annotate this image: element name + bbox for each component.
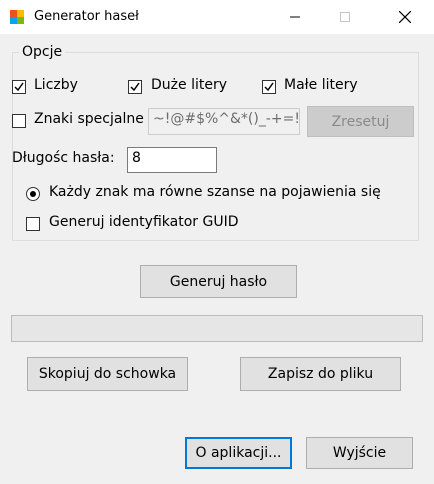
save-to-file-button[interactable]: Zapisz do pliku <box>240 357 401 391</box>
app-icon <box>9 9 25 25</box>
guid-label[interactable]: Generuj identyfikator GUID <box>49 214 238 230</box>
check-icon <box>264 82 274 92</box>
lowercase-label[interactable]: Małe litery <box>284 77 358 93</box>
exit-button[interactable]: Wyjście <box>306 437 413 469</box>
generate-password-button[interactable]: Generuj hasło <box>140 265 297 298</box>
maximize-button[interactable] <box>322 0 368 34</box>
options-group-label: Opcje <box>19 44 66 60</box>
equal-chance-label[interactable]: Każdy znak ma równe szanse na pojawienia… <box>49 184 381 200</box>
reset-button[interactable]: Zresetuj <box>307 106 414 137</box>
close-button[interactable] <box>382 0 428 34</box>
title-bar: Generator haseł <box>0 0 434 34</box>
digits-checkbox[interactable] <box>12 80 26 94</box>
window-title: Generator haseł <box>34 9 139 24</box>
length-label: Długośc hasła: <box>12 150 115 166</box>
maximize-icon <box>340 12 350 22</box>
minimize-button[interactable] <box>272 0 318 34</box>
minimize-icon <box>290 16 300 18</box>
close-icon <box>399 11 411 23</box>
password-output-field[interactable] <box>11 315 423 342</box>
copy-to-clipboard-button[interactable]: Skopiuj do schowka <box>27 357 188 391</box>
equal-chance-radio[interactable] <box>26 187 40 201</box>
radio-selected-dot <box>30 191 36 197</box>
digits-label[interactable]: Liczby <box>34 77 78 93</box>
uppercase-label[interactable]: Duże litery <box>151 77 227 93</box>
check-icon <box>14 82 24 92</box>
about-button[interactable]: O aplikacji... <box>185 437 292 469</box>
lowercase-checkbox[interactable] <box>262 80 276 94</box>
check-icon <box>130 82 140 92</box>
length-input[interactable]: 8 <box>127 147 217 173</box>
guid-checkbox[interactable] <box>26 217 40 231</box>
special-chars-checkbox[interactable] <box>12 114 26 128</box>
special-chars-input[interactable]: ~!@#$%^&*()_-+=! <box>148 108 300 135</box>
special-chars-label[interactable]: Znaki specjalne <box>34 111 144 127</box>
uppercase-checkbox[interactable] <box>128 80 142 94</box>
